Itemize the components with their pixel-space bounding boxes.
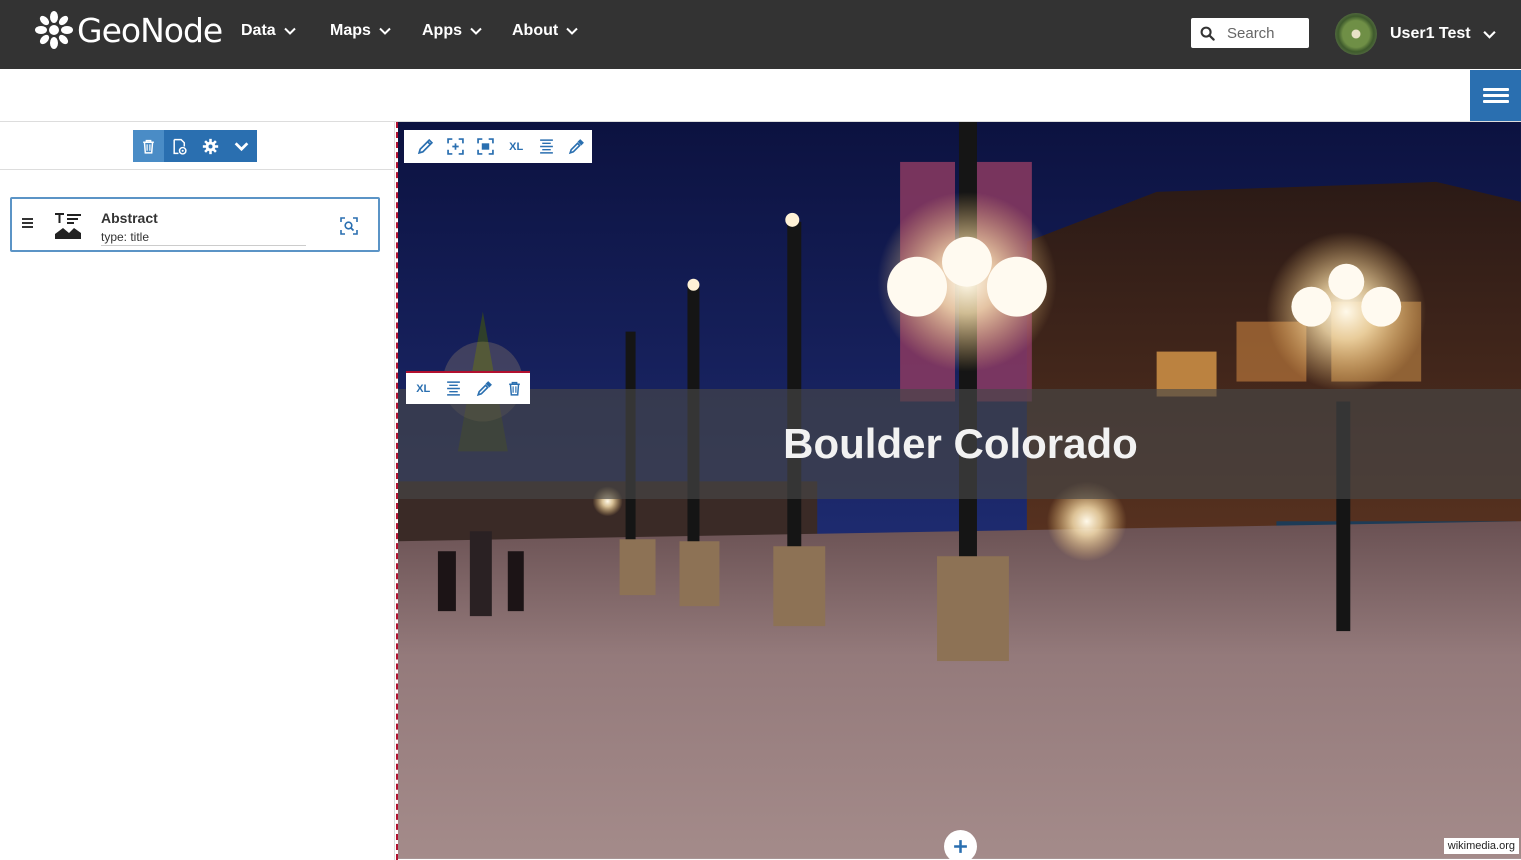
media-toolbar: XL (404, 130, 592, 163)
size-label: XL (416, 382, 431, 395)
title-toolbar: XL (406, 371, 530, 404)
size-button[interactable]: XL (501, 130, 531, 163)
nav-menu-label: Apps (422, 22, 462, 39)
settings-button[interactable] (195, 130, 226, 162)
pencil-icon (417, 138, 433, 155)
size-button[interactable]: XL (408, 372, 439, 405)
chevron-down-icon (470, 27, 482, 35)
add-section-button[interactable] (944, 830, 977, 860)
chevron-down-icon (234, 141, 249, 151)
plus-icon (954, 840, 967, 853)
geonode-logo[interactable]: GeoNode (34, 9, 223, 51)
hamburger-icon (1482, 85, 1509, 106)
nav-menu-maps[interactable]: Maps (330, 22, 391, 40)
geonode-flower-icon (35, 11, 73, 49)
preview-button[interactable] (164, 130, 195, 162)
nav-menu-data[interactable]: Data (241, 22, 296, 40)
fullscreen-button[interactable] (471, 130, 501, 163)
align-button[interactable] (531, 130, 561, 163)
search-box (1191, 18, 1309, 48)
node-type: type: title (101, 230, 306, 246)
title-section[interactable]: Boulder Colorado (398, 389, 1521, 499)
nav-menu-label: About (512, 22, 559, 39)
gear-icon (202, 138, 219, 154)
image-credit[interactable]: wikimedia.org (1443, 838, 1519, 854)
brand-name: GeoNode (77, 10, 223, 50)
title-section-icon (55, 213, 81, 239)
fit-icon (447, 138, 464, 155)
user-name: User1 Test (1390, 25, 1471, 42)
chevron-down-icon (379, 27, 391, 35)
delete-button[interactable] (500, 372, 531, 405)
size-label: XL (509, 140, 524, 153)
story-title[interactable]: Boulder Colorado (783, 420, 1138, 468)
zoom-to-section-icon[interactable] (340, 217, 358, 235)
fit-button[interactable] (440, 130, 470, 163)
user-menu[interactable]: User1 Test (1335, 13, 1496, 55)
story-builder-panel: Abstract type: title (0, 122, 395, 860)
color-picker-button[interactable] (469, 372, 500, 405)
search-input[interactable] (1227, 24, 1307, 42)
nav-menu-apps[interactable]: Apps (422, 22, 482, 40)
fullscreen-icon (477, 138, 495, 155)
avatar (1335, 13, 1377, 55)
section-node-card[interactable]: Abstract type: title (10, 197, 380, 252)
align-button[interactable] (439, 372, 470, 405)
chevron-down-icon (1482, 30, 1496, 39)
eyedropper-icon (569, 139, 585, 155)
node-title: Abstract (101, 210, 158, 226)
align-icon (540, 139, 553, 154)
drag-handle-icon[interactable] (22, 218, 33, 230)
collapse-button[interactable] (226, 130, 257, 162)
nav-menu-label: Data (241, 22, 276, 39)
nav-menu-label: Maps (330, 22, 371, 39)
top-navbar: GeoNode Data Maps Apps About User1 Test (0, 0, 1521, 69)
trash-icon (143, 139, 154, 154)
story-canvas: XL Boulder Colorado XL wikimedia.org (396, 122, 1521, 860)
edit-button[interactable] (410, 130, 440, 163)
divider (0, 169, 395, 170)
secondary-toolbar (0, 69, 1521, 122)
preview-icon (173, 138, 187, 155)
delete-button[interactable] (133, 130, 164, 162)
nav-menu-about[interactable]: About (512, 22, 578, 40)
trash-icon (509, 381, 521, 396)
builder-toolbar (133, 130, 257, 162)
color-picker-button[interactable] (562, 130, 592, 163)
chevron-down-icon (566, 27, 578, 35)
menu-toggle-button[interactable] (1470, 70, 1521, 121)
eyedropper-icon (476, 381, 492, 397)
chevron-down-icon (283, 27, 296, 35)
search-icon (1200, 26, 1215, 41)
align-icon (447, 381, 461, 396)
